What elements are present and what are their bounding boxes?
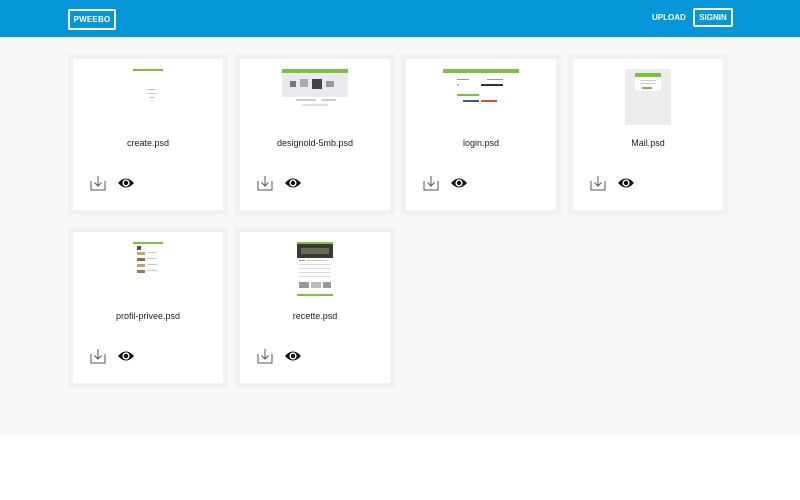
file-grid: create.psd designold-5mb.psd login.psd M… (0, 37, 800, 435)
file-name[interactable]: designold-5mb.psd (240, 138, 390, 148)
file-name[interactable]: create.psd (73, 138, 223, 148)
eye-icon[interactable] (450, 176, 468, 190)
file-thumbnail[interactable] (240, 69, 390, 129)
file-card: Mail.psd (568, 54, 728, 215)
file-card: recette.psd (235, 227, 395, 388)
file-card: profil-privee.psd (68, 227, 228, 388)
file-name[interactable]: login.psd (406, 138, 556, 148)
download-icon[interactable] (257, 175, 273, 191)
eye-icon[interactable] (117, 349, 135, 363)
download-icon[interactable] (590, 175, 606, 191)
signin-button[interactable]: SIGNIN (693, 8, 733, 27)
upload-link[interactable]: UPLOAD (652, 13, 686, 22)
file-name[interactable]: recette.psd (240, 311, 390, 321)
file-thumbnail[interactable] (240, 242, 390, 302)
download-icon[interactable] (90, 348, 106, 364)
file-name[interactable]: profil-privee.psd (73, 311, 223, 321)
file-thumbnail[interactable] (73, 69, 223, 129)
file-thumbnail[interactable] (406, 69, 556, 129)
file-thumbnail[interactable] (73, 242, 223, 302)
eye-icon[interactable] (284, 349, 302, 363)
eye-icon[interactable] (617, 176, 635, 190)
file-thumbnail[interactable] (573, 69, 723, 129)
file-card: login.psd (401, 54, 561, 215)
file-card: designold-5mb.psd (235, 54, 395, 215)
eye-icon[interactable] (284, 176, 302, 190)
brand-logo-button[interactable]: PWEEBO (68, 9, 116, 30)
file-card: create.psd (68, 54, 228, 215)
download-icon[interactable] (423, 175, 439, 191)
file-name[interactable]: Mail.psd (573, 138, 723, 148)
download-icon[interactable] (257, 348, 273, 364)
top-navbar: PWEEBO UPLOAD SIGNIN (0, 0, 800, 37)
eye-icon[interactable] (117, 176, 135, 190)
download-icon[interactable] (90, 175, 106, 191)
